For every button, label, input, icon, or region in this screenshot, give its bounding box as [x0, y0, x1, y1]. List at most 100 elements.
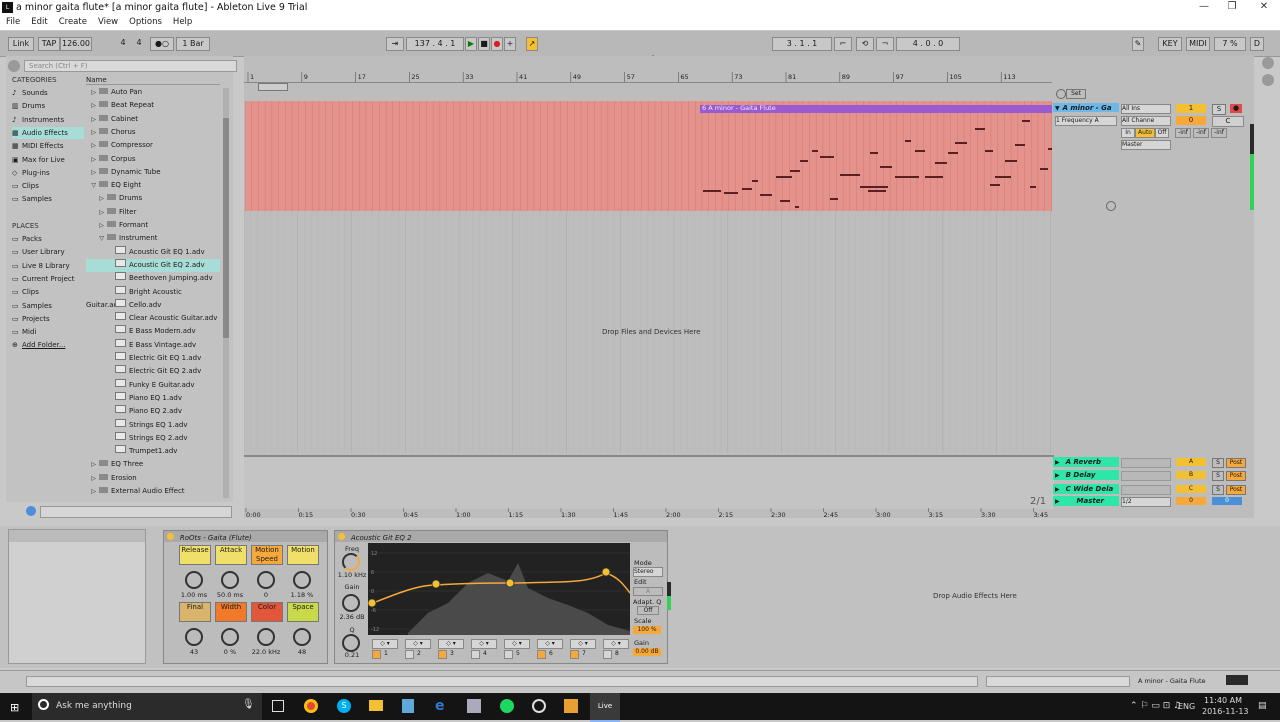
bar-ruler[interactable]: 1 9 17 25 33 41 49 57 65 73 81 89 97 105 113	[244, 70, 1052, 83]
midi-note[interactable]	[915, 150, 925, 152]
expand-arrow-icon[interactable]: ▷	[86, 219, 104, 232]
eq-edit-select[interactable]: A	[633, 587, 663, 596]
return-input-field[interactable]	[1121, 471, 1171, 482]
preview-toggle-icon[interactable]	[26, 506, 36, 516]
midi-note[interactable]	[776, 176, 792, 178]
eq-adaptq-button[interactable]: Off	[637, 606, 659, 615]
browser-item[interactable]: Cello.adv	[86, 298, 220, 312]
time-sig-numerator[interactable]: 4	[118, 37, 128, 49]
place-clips[interactable]: ▭ Clips	[12, 286, 84, 298]
midi-note[interactable]	[812, 150, 818, 152]
eq-band-toggle[interactable]	[471, 650, 480, 659]
browser-search-input[interactable]: Search (Ctrl + F)	[24, 60, 237, 72]
eq-band-filter-select[interactable]: ◇ ▾	[471, 639, 497, 649]
chrome-icon[interactable]	[304, 699, 318, 713]
loop-start[interactable]: 3 . 1 . 1	[772, 37, 832, 51]
output-select[interactable]: Master	[1121, 140, 1171, 150]
eq-band-filter-select[interactable]: ◇ ▾	[504, 639, 530, 649]
browser-item[interactable]: Acoustic Git EQ 2.adv	[86, 258, 220, 272]
volume-field[interactable]: 0	[1176, 116, 1206, 125]
browser-item[interactable]: Piano EQ 2.adv	[86, 405, 220, 418]
eq-band-filter-select[interactable]: ◇ ▾	[537, 639, 563, 649]
midi-note[interactable]	[795, 206, 799, 208]
browser-item[interactable]: ▷ Filter	[86, 206, 220, 219]
tempo-field[interactable]: 126.00	[60, 37, 92, 51]
media-app-icon[interactable]	[467, 699, 481, 713]
task-view-icon[interactable]	[272, 700, 284, 712]
device-chooser[interactable]: 1 Frequency A	[1055, 116, 1117, 126]
place-current-project[interactable]: ▭ Current Project	[12, 273, 84, 285]
menu-options[interactable]: Options	[123, 16, 167, 27]
midi-map-button[interactable]: MIDI	[1186, 37, 1210, 51]
eq-band-toggle[interactable]	[372, 650, 381, 659]
midi-note[interactable]	[925, 176, 943, 178]
midi-note[interactable]	[1048, 148, 1052, 150]
category-audio-effects[interactable]: ▦ Audio Effects	[12, 126, 84, 139]
eq-band-toggle[interactable]	[603, 650, 612, 659]
language-indicator[interactable]: ENG	[1178, 702, 1195, 711]
return-fold-icon[interactable]: ▶	[1053, 486, 1060, 493]
midi-note[interactable]	[780, 200, 790, 202]
tray-icons[interactable]: ⌃ ⚐ ▭ ⊡ ♫	[1130, 701, 1181, 711]
link-button[interactable]: Link	[8, 37, 34, 51]
browser-item[interactable]: Funky E Guitar.adv	[86, 378, 220, 392]
eq-band-filter-select[interactable]: ◇ ▾	[438, 639, 464, 649]
eq-gain2-field[interactable]: 0.00 dB	[633, 648, 661, 656]
master-volume[interactable]: 0	[1176, 497, 1206, 505]
eq-band-filter-select[interactable]: ◇ ▾	[372, 639, 398, 649]
ableton-live-taskbar-icon[interactable]: Live	[590, 693, 620, 722]
metronome-icon[interactable]: ●○	[150, 37, 174, 51]
midi-note[interactable]	[860, 186, 888, 188]
browser-item[interactable]: E Bass Modern.adv	[86, 325, 220, 338]
draw-mode-icon[interactable]: ✎	[1132, 37, 1144, 51]
video-app-icon[interactable]	[564, 699, 578, 713]
minimize-button[interactable]: —	[1190, 1, 1218, 15]
expand-arrow-icon[interactable]: ▷	[86, 192, 104, 205]
eq-scale-field[interactable]: 100 %	[633, 626, 661, 634]
menu-create[interactable]: Create	[53, 16, 92, 27]
midi-note[interactable]	[820, 156, 834, 158]
browser-item[interactable]: ▷ Dynamic Tube	[86, 166, 220, 179]
macro-label-5[interactable]: Final	[179, 602, 211, 622]
category-sounds[interactable]: ♪ Sounds	[12, 87, 84, 99]
place-add-folder-[interactable]: ⊕ Add Folder...	[12, 339, 84, 351]
midi-note[interactable]	[935, 162, 947, 164]
expand-arrow-icon[interactable]: ▽	[86, 232, 104, 245]
browser-item[interactable]: E Bass Vintage.adv	[86, 338, 220, 352]
add-device-icon[interactable]	[1106, 201, 1116, 211]
tool-app-icon[interactable]	[532, 699, 546, 713]
notifications-icon[interactable]: ▤	[1258, 701, 1267, 711]
browser-item[interactable]: Trumpet1.adv	[86, 445, 220, 458]
category-clips[interactable]: ▭ Clips	[12, 180, 84, 192]
category-samples[interactable]: ▭ Samples	[12, 193, 84, 205]
expand-arrow-icon[interactable]: ▷	[86, 86, 96, 99]
pan-field[interactable]: C	[1212, 116, 1244, 127]
input-channel-select[interactable]: All Channe	[1121, 116, 1171, 126]
place-live-8-library[interactable]: ▭ Live 8 Library	[12, 260, 84, 272]
midi-note[interactable]	[1040, 168, 1048, 170]
return-post-button[interactable]: Post	[1226, 484, 1246, 495]
eq-band-toggle[interactable]	[570, 650, 579, 659]
midi-note[interactable]	[742, 188, 752, 190]
macro-knob-2[interactable]	[221, 571, 239, 589]
set-locator-button[interactable]: Set	[1066, 89, 1086, 99]
clock-date[interactable]: 2016-11-13	[1202, 707, 1249, 716]
eq-display[interactable]: 12 6 0 -6 -12	[368, 543, 630, 635]
browser-item[interactable]: ▷ Formant	[86, 219, 220, 232]
category-plug-ins[interactable]: ◇ Plug-ins	[12, 167, 84, 179]
song-position[interactable]: 137 . 4 . 1	[406, 37, 464, 51]
midi-note[interactable]	[840, 174, 860, 176]
key-map-button[interactable]: KEY	[1158, 37, 1182, 51]
loop-brace[interactable]	[258, 83, 288, 91]
midi-note[interactable]	[868, 190, 886, 192]
return-fold-icon[interactable]: ▶	[1053, 459, 1060, 466]
macro-label-2[interactable]: Attack	[215, 545, 247, 565]
eq-band-toggle[interactable]	[504, 650, 513, 659]
category-midi-effects[interactable]: ▦ MIDI Effects	[12, 140, 84, 152]
skype-icon[interactable]: S	[337, 699, 351, 713]
eq-power-icon[interactable]	[338, 533, 345, 540]
midi-note[interactable]	[800, 160, 808, 162]
category-max-for-live[interactable]: ▣ Max for Live	[12, 154, 84, 166]
browser-item[interactable]: ▷ Chorus	[86, 126, 220, 139]
midi-note[interactable]	[995, 176, 1011, 178]
